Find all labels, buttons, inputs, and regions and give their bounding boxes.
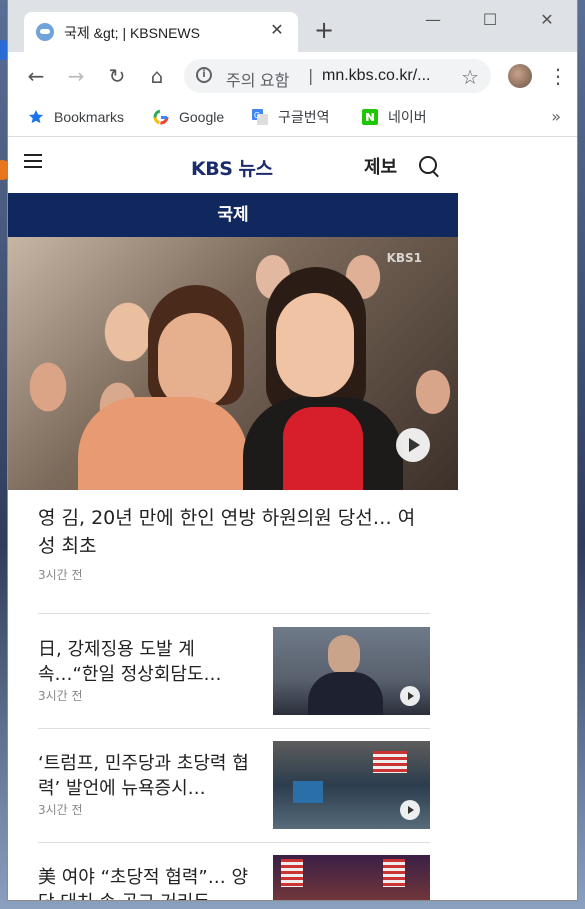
lead-article-time: 3시간 전	[38, 568, 83, 582]
forward-button[interactable]: →	[64, 64, 88, 88]
bookmark-label: Bookmarks	[54, 109, 125, 125]
bookmark-label: 네이버	[388, 109, 427, 125]
report-link[interactable]: 제보	[364, 153, 397, 179]
naver-icon	[362, 109, 378, 126]
reload-button[interactable]: ↻	[105, 64, 129, 88]
browser-toolbar: ← → ↻ ⌂ i 주의 요함 | mn.kbs.co.kr/... ☆ ⋮	[8, 52, 577, 100]
list-item[interactable]: 日, 강제징용 도발 계속…“한일 정상회담도… 3시간 전	[38, 627, 430, 717]
bookmarks-bar: Bookmarks Google G 구글번역 네이버 »	[8, 100, 577, 137]
close-window-button[interactable]: ✕	[532, 8, 562, 32]
bookmark-label: 구글번역	[278, 109, 330, 125]
translate-icon: G	[252, 109, 268, 126]
browser-window: 국제 &gt; | KBSNEWS ✕ + — ☐ ✕ ← → ↻ ⌂ i 주의…	[8, 0, 577, 900]
bookmark-item-naver[interactable]: 네이버	[362, 106, 427, 128]
article-title[interactable]: 美 여야 “초당적 협력”… 양당 대치 속 공고 거리두…	[38, 865, 253, 900]
tab-close-icon[interactable]: ✕	[266, 19, 288, 41]
section-title-bar: 국제	[8, 193, 458, 237]
site-logo[interactable]: KBS 뉴스	[191, 154, 273, 181]
home-button[interactable]: ⌂	[145, 64, 169, 88]
new-tab-button[interactable]: +	[312, 18, 336, 42]
site-header: KBS 뉴스 제보	[8, 137, 458, 193]
tab-title: 국제 &gt; | KBSNEWS	[64, 25, 200, 41]
bookmark-star-icon[interactable]: ☆	[461, 65, 479, 89]
bookmark-item-bookmarks[interactable]: Bookmarks	[28, 106, 124, 128]
star-icon	[29, 110, 43, 124]
url-text[interactable]: mn.kbs.co.kr/...	[322, 67, 430, 85]
security-warning-label[interactable]: 주의 요함	[226, 67, 289, 91]
article-thumbnail[interactable]	[273, 855, 430, 900]
lead-article-title[interactable]: 영 김, 20년 만에 한인 연방 하원의원 당선… 여성 최초	[38, 504, 428, 560]
minimize-button[interactable]: —	[418, 8, 448, 32]
back-button[interactable]: ←	[24, 64, 48, 88]
list-item[interactable]: 美 여야 “초당적 협력”… 양당 대치 속 공고 거리두…	[38, 855, 430, 900]
bookmark-item-translate[interactable]: G 구글번역	[252, 106, 330, 128]
divider	[38, 842, 430, 843]
svg-text:G: G	[254, 111, 260, 120]
search-icon[interactable]	[419, 156, 437, 174]
bookmark-label: Google	[179, 109, 225, 125]
bookmarks-overflow-icon[interactable]: »	[551, 107, 561, 126]
divider	[38, 728, 430, 729]
article-time: 3시간 전	[38, 689, 83, 703]
hamburger-menu-icon[interactable]	[24, 154, 42, 168]
play-icon[interactable]	[400, 800, 420, 820]
site-favicon-icon	[36, 23, 54, 41]
omnibox-separator: |	[308, 66, 314, 85]
list-item[interactable]: ‘트럼프, 민주당과 초당력 협력’ 발언에 뉴욕증시… 3시간 전	[38, 741, 430, 831]
play-icon[interactable]	[400, 686, 420, 706]
article-title[interactable]: 日, 강제징용 도발 계속…“한일 정상회담도…	[38, 637, 253, 687]
maximize-button[interactable]: ☐	[475, 8, 505, 32]
profile-avatar[interactable]	[508, 64, 532, 88]
article-thumbnail[interactable]	[273, 741, 430, 829]
address-bar[interactable]: i 주의 요함 | mn.kbs.co.kr/... ☆	[184, 59, 491, 93]
site-info-icon[interactable]: i	[196, 67, 212, 83]
tab-strip: 국제 &gt; | KBSNEWS ✕ + — ☐ ✕	[8, 0, 577, 52]
article-title[interactable]: ‘트럼프, 민주당과 초당력 협력’ 발언에 뉴욕증시…	[38, 751, 253, 801]
article-time: 3시간 전	[38, 803, 83, 817]
article-thumbnail[interactable]	[273, 627, 430, 715]
lead-article[interactable]: 영 김, 20년 만에 한인 연방 하원의원 당선… 여성 최초 3시간 전	[38, 504, 428, 583]
hero-video-thumbnail[interactable]: KBS1	[8, 237, 458, 490]
divider	[38, 613, 430, 614]
play-icon[interactable]	[396, 428, 430, 462]
channel-watermark: KBS1	[386, 251, 422, 265]
web-page: KBS 뉴스 제보 국제 KBS1 영 김, 20년 만에 한인 연방 하원의원…	[8, 137, 577, 900]
bookmark-item-google[interactable]: Google	[153, 106, 224, 128]
browser-menu-icon[interactable]: ⋮	[548, 64, 568, 88]
google-icon	[153, 109, 169, 125]
browser-tab[interactable]: 국제 &gt; | KBSNEWS ✕	[24, 12, 298, 52]
